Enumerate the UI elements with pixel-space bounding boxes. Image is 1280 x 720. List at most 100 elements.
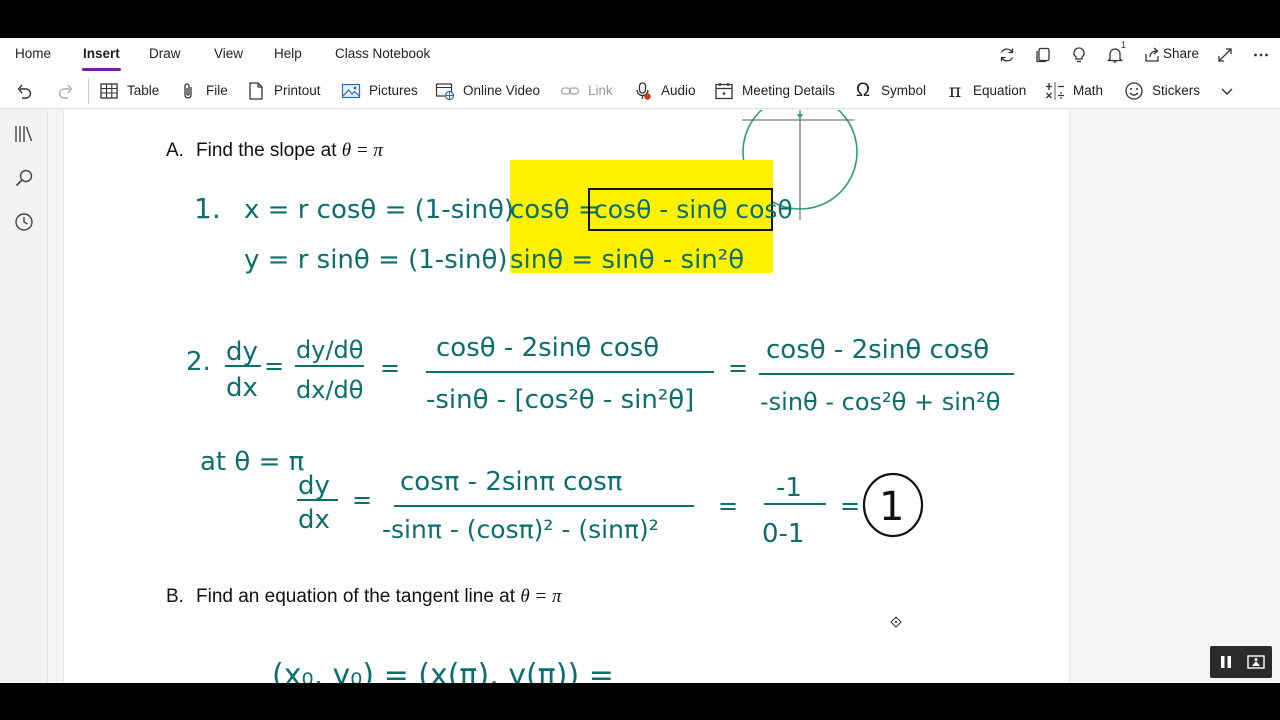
online-video-icon — [435, 81, 455, 101]
pictures-label: Pictures — [369, 83, 418, 98]
online-video-button[interactable]: Online Video — [435, 72, 540, 109]
step1-y-eq: y = r sinθ = (1-sinθ) — [244, 245, 508, 275]
recent-clock-icon[interactable] — [12, 210, 36, 234]
math-icon — [1045, 81, 1065, 101]
omega-icon: Ω — [855, 79, 871, 101]
step2-dy-dtheta: dy/dθ — [296, 336, 363, 364]
printout-icon — [246, 81, 266, 101]
stickers-button[interactable]: Stickers — [1124, 72, 1200, 109]
link-icon — [560, 81, 580, 101]
step3-eq2: = — [718, 492, 738, 520]
ribbon-separator — [88, 78, 89, 104]
step1-x-boxed: cosθ - sinθ cosθ — [594, 195, 793, 224]
at-theta-label: at θ = π — [200, 447, 304, 477]
insert-ribbon: Table File Printout Pictures Online Vide… — [0, 72, 1280, 109]
redo-icon — [56, 81, 76, 101]
tangent-point-eq: (x₀, y₀) = (x(π), y(π)) = — [272, 658, 614, 683]
note-page[interactable]: A. Find the slope at θ = π B. Find an equa… — [63, 110, 1070, 683]
tab-view[interactable]: View — [214, 46, 243, 61]
video-controls — [1210, 646, 1272, 678]
step3-eq1: = — [352, 486, 372, 514]
picture-icon — [341, 81, 361, 101]
meeting-details-button[interactable]: Meeting Details — [714, 72, 835, 109]
microphone-icon — [633, 81, 653, 101]
video-letterbox-bottom — [0, 683, 1280, 720]
step2-dx: dx — [226, 373, 258, 403]
equation-label: Equation — [973, 83, 1027, 98]
step1-label: 1. — [194, 192, 221, 225]
step2-dy: dy — [226, 337, 258, 367]
ribbon-tab-bar: Home Insert Draw View Help Class Noteboo… — [0, 38, 1280, 72]
stickers-label: Stickers — [1152, 83, 1201, 98]
tab-class-notebook[interactable]: Class Notebook — [335, 46, 430, 61]
step2-eq2: = — [380, 354, 400, 382]
step2-num1: cosθ - 2sinθ cosθ — [436, 333, 659, 363]
tab-draw[interactable]: Draw — [149, 46, 181, 61]
video-letterbox-top — [0, 0, 1280, 38]
tab-home[interactable]: Home — [15, 46, 51, 61]
file-button[interactable]: File — [178, 72, 228, 109]
pictures-button[interactable]: Pictures — [341, 72, 418, 109]
ribbon-expand-button[interactable] — [1217, 72, 1245, 109]
sticker-smiley-icon — [1124, 81, 1144, 101]
math-button[interactable]: Math — [1045, 72, 1103, 109]
picture-in-picture-icon[interactable] — [1245, 652, 1267, 672]
audio-label: Audio — [661, 83, 696, 98]
lightbulb-icon[interactable] — [1067, 43, 1091, 67]
share-button[interactable]: Share — [1163, 46, 1199, 61]
step3-num: cosπ - 2sinπ cosπ — [400, 467, 622, 497]
calendar-icon — [714, 81, 734, 101]
step2-den1: -sinθ - [cos²θ - sin²θ] — [426, 385, 694, 415]
math-label: Math — [1073, 83, 1104, 98]
step2-dx-dtheta: dx/dθ — [296, 376, 363, 404]
step3-dy: dy — [298, 471, 330, 501]
more-icon[interactable] — [1249, 43, 1273, 67]
link-label: Link — [588, 83, 613, 98]
step2-eq3: = — [728, 354, 748, 382]
step2-label: 2. — [186, 347, 211, 377]
table-label: Table — [127, 83, 160, 98]
step1-x-eq: x = r cosθ = (1-sinθ) — [244, 195, 514, 225]
step2-eq1: = — [264, 352, 284, 380]
table-icon — [99, 81, 119, 101]
undo-icon — [14, 81, 34, 101]
navigation-rail — [0, 110, 48, 683]
handwriting-ink-layer: 1. x = r cosθ = (1-sinθ) cosθ = cosθ - s… — [186, 110, 1014, 683]
pause-icon[interactable] — [1215, 652, 1237, 672]
table-button[interactable]: Table — [99, 72, 159, 109]
pi-icon: π — [948, 79, 962, 102]
onenote-app: Home Insert Draw View Help Class Noteboo… — [0, 38, 1280, 683]
copy-page-icon[interactable] — [1031, 43, 1055, 67]
answer-value: 1 — [879, 484, 904, 530]
tab-insert[interactable]: Insert — [82, 46, 121, 71]
step2-den2: -sinθ - cos²θ + sin²θ — [760, 388, 1000, 416]
file-label: File — [206, 83, 228, 98]
pen-cursor-icon — [890, 616, 902, 628]
paperclip-icon — [178, 81, 198, 101]
symbol-label: Symbol — [881, 83, 927, 98]
share-icon[interactable] — [1140, 43, 1164, 67]
meeting-details-label: Meeting Details — [742, 83, 836, 98]
expand-icon[interactable] — [1213, 43, 1237, 67]
step1-y-hl: sinθ = sinθ - sin²θ — [510, 245, 744, 275]
undo-button[interactable] — [14, 72, 42, 109]
audio-button[interactable]: Audio — [633, 72, 696, 109]
search-icon[interactable] — [12, 166, 36, 190]
symbol-button[interactable]: Ω Symbol — [853, 72, 926, 109]
step3-den-value: 0-1 — [762, 519, 804, 549]
chevron-down-icon — [1217, 81, 1237, 101]
notification-count: 1 — [1121, 40, 1127, 50]
sync-icon[interactable] — [995, 43, 1019, 67]
redo-button[interactable] — [56, 72, 84, 109]
notebooks-icon[interactable] — [12, 122, 36, 146]
step3-eq3: = — [840, 492, 860, 520]
link-button[interactable]: Link — [560, 72, 613, 109]
step3-den: -sinπ - (cosπ)² - (sinπ)² — [382, 515, 659, 544]
step3-dx: dx — [298, 505, 330, 535]
equation-button[interactable]: π Equation — [945, 72, 1027, 109]
online-video-label: Online Video — [463, 83, 541, 98]
printout-label: Printout — [274, 83, 321, 98]
tab-help[interactable]: Help — [274, 46, 302, 61]
printout-button[interactable]: Printout — [246, 72, 321, 109]
step1-x-hl: cosθ = — [510, 195, 600, 225]
